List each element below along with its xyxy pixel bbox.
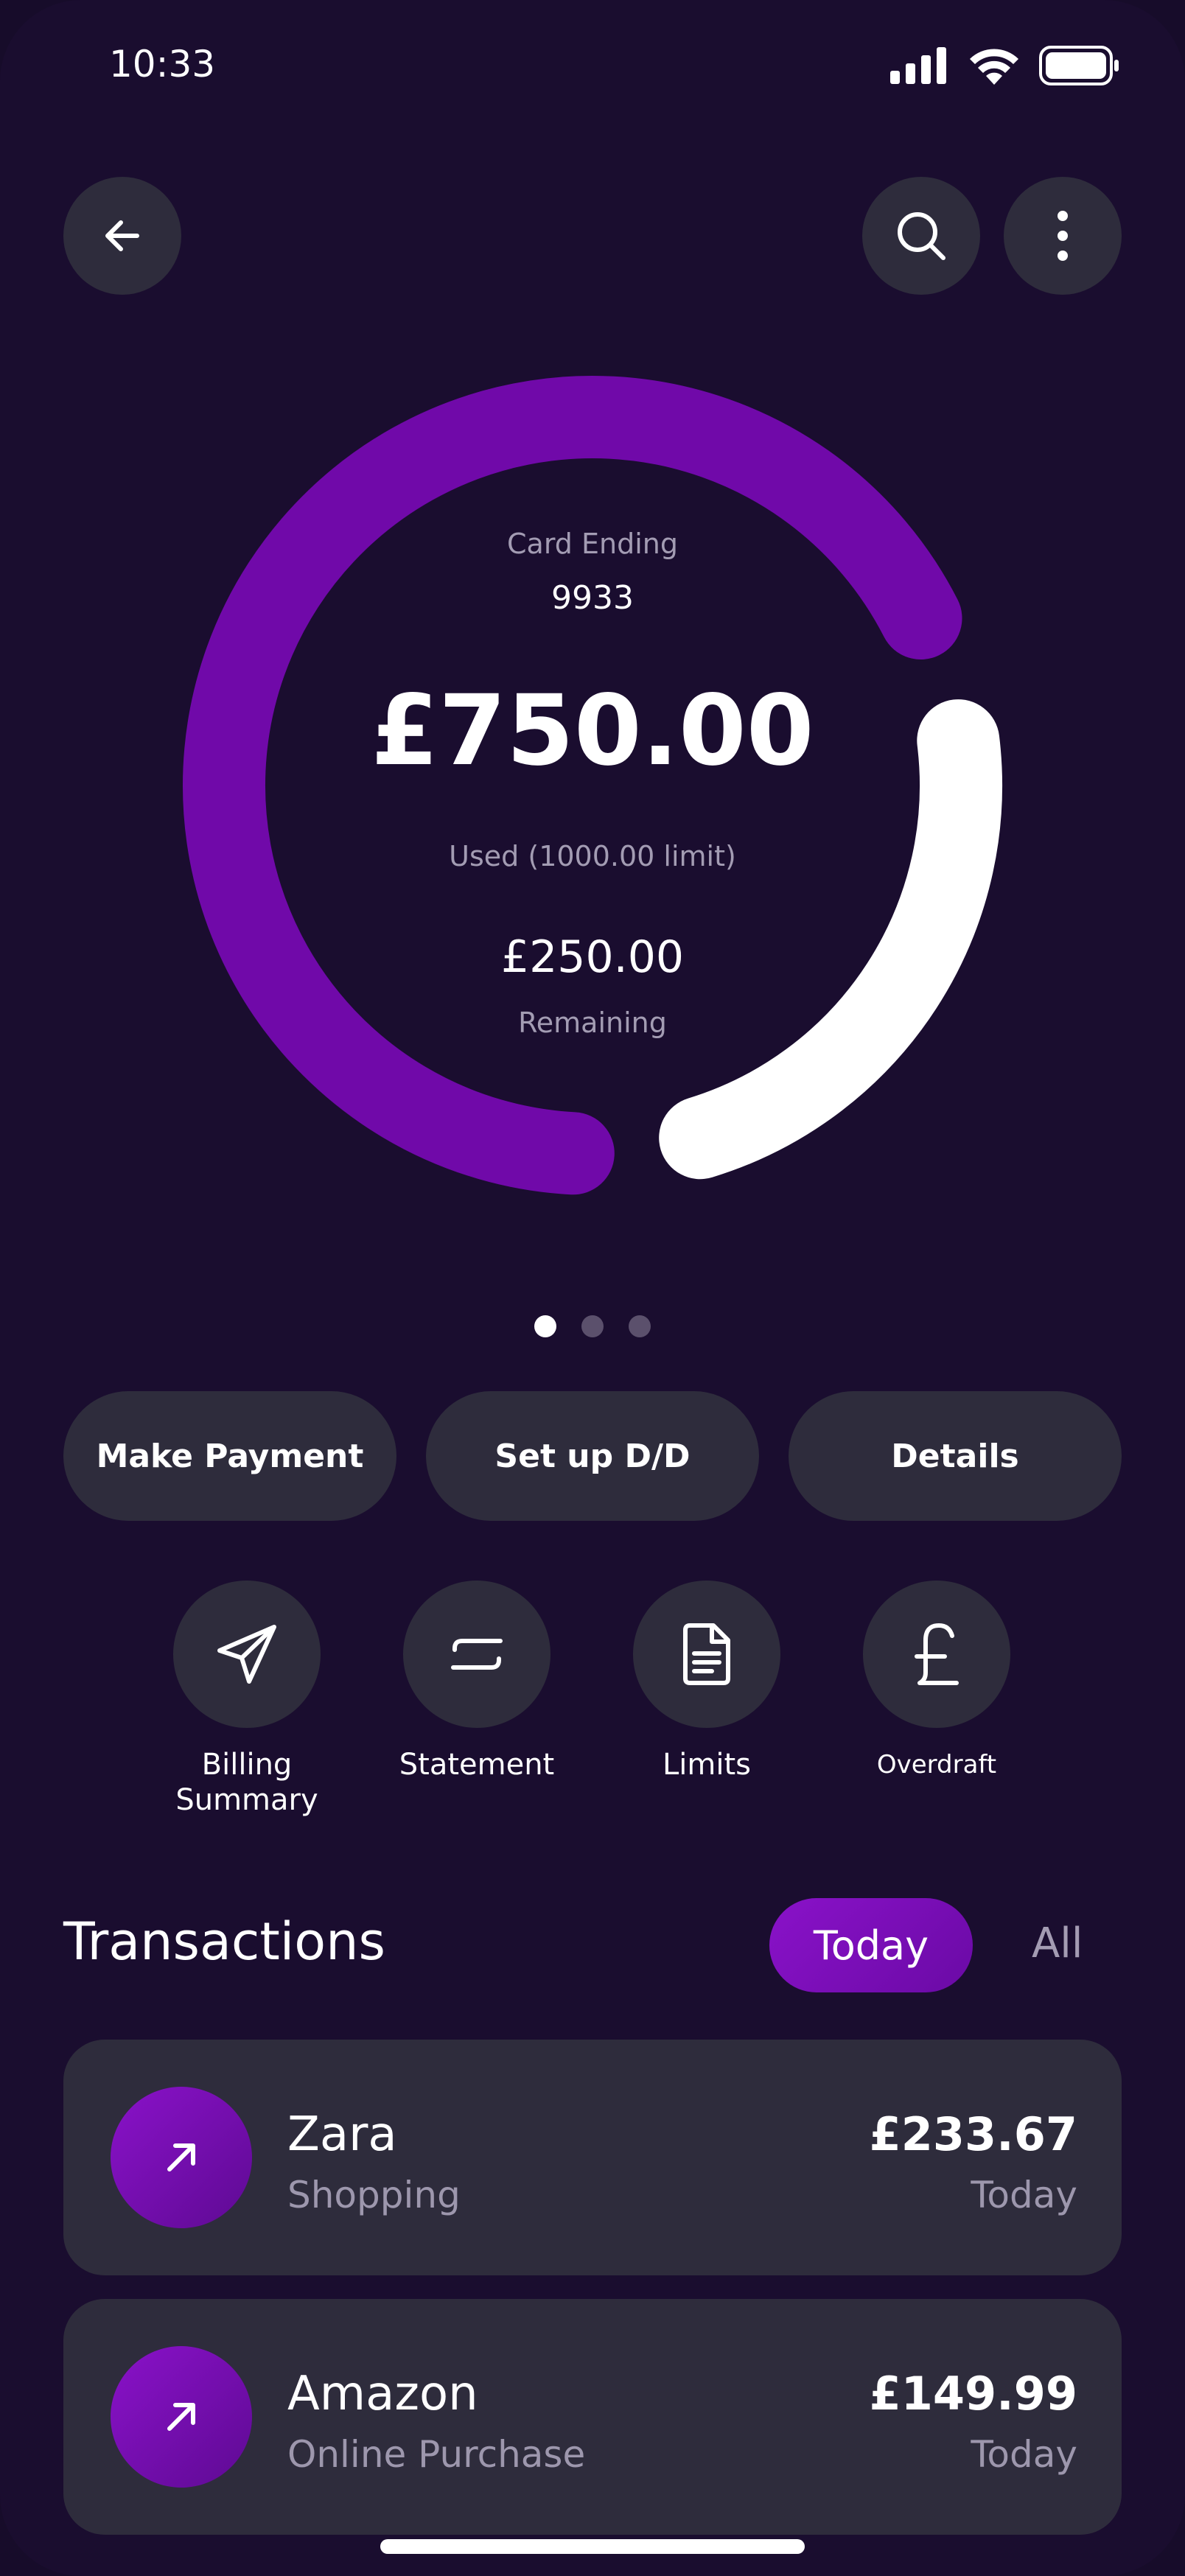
- transaction-date: Today: [971, 2174, 1077, 2216]
- quick-action-statement[interactable]: Statement: [381, 1581, 573, 1782]
- transaction-row[interactable]: Zara Shopping £233.67 Today: [63, 2040, 1122, 2275]
- setup-direct-debit-button[interactable]: Set up D/D: [426, 1391, 759, 1521]
- used-label: Used (1000.00 limit): [449, 840, 736, 872]
- transaction-merchant: Amazon: [287, 2367, 478, 2421]
- used-amount: £750.00: [371, 674, 814, 788]
- page-dot[interactable]: [534, 1315, 556, 1337]
- make-payment-button[interactable]: Make Payment: [63, 1391, 396, 1521]
- quick-action-billing-summary[interactable]: Billing Summary: [151, 1581, 343, 1818]
- transaction-merchant: Zara: [287, 2107, 397, 2162]
- details-button[interactable]: Details: [789, 1391, 1122, 1521]
- transaction-amount: £149.99: [869, 2367, 1077, 2421]
- billing-summary-button[interactable]: [173, 1581, 321, 1728]
- phone-screen: 10:33 Card Ending 9933 £750.00 Used (100…: [0, 0, 1185, 2576]
- transaction-date: Today: [971, 2433, 1077, 2476]
- transaction-category: Shopping: [287, 2174, 461, 2216]
- page-dot[interactable]: [629, 1315, 651, 1337]
- quick-action-limits[interactable]: Limits: [611, 1581, 803, 1782]
- tab-today[interactable]: Today: [769, 1898, 973, 1992]
- limits-button[interactable]: [633, 1581, 780, 1728]
- send-icon: [217, 1625, 276, 1684]
- credit-gauge-ring: [183, 376, 1002, 1195]
- transaction-amount: £233.67: [869, 2107, 1077, 2161]
- remaining-label: Remaining: [518, 1007, 667, 1039]
- arrow-up-right-icon: [167, 2143, 195, 2171]
- overdraft-label: Overdraft: [876, 1750, 997, 1779]
- arrow-up-right-icon: [167, 2403, 195, 2431]
- tab-all[interactable]: All: [1032, 1919, 1083, 1967]
- card-ending-number: 9933: [551, 579, 634, 617]
- transactions-title: Transactions: [63, 1911, 385, 1972]
- page-dot[interactable]: [581, 1315, 604, 1337]
- statement-icon: [451, 1639, 503, 1670]
- transaction-category: Online Purchase: [287, 2433, 586, 2476]
- transaction-avatar: [111, 2346, 252, 2488]
- statement-button[interactable]: [403, 1581, 550, 1728]
- card-ending-label: Card Ending: [507, 528, 678, 560]
- home-indicator: [380, 2539, 805, 2554]
- document-icon: [683, 1623, 730, 1685]
- limits-label: Limits: [663, 1748, 751, 1782]
- page-indicator: [0, 1315, 1185, 1337]
- billing-summary-label: Billing Summary: [175, 1748, 318, 1817]
- credit-gauge: Card Ending 9933 £750.00 Used (1000.00 l…: [0, 0, 1185, 1253]
- statement-label: Statement: [399, 1748, 555, 1782]
- transaction-row[interactable]: Amazon Online Purchase £149.99 Today: [63, 2299, 1122, 2535]
- pound-icon: [915, 1623, 959, 1685]
- quick-action-overdraft[interactable]: Overdraft: [841, 1581, 1032, 1782]
- transaction-avatar: [111, 2087, 252, 2228]
- overdraft-button[interactable]: [863, 1581, 1010, 1728]
- remaining-amount: £250.00: [500, 931, 685, 983]
